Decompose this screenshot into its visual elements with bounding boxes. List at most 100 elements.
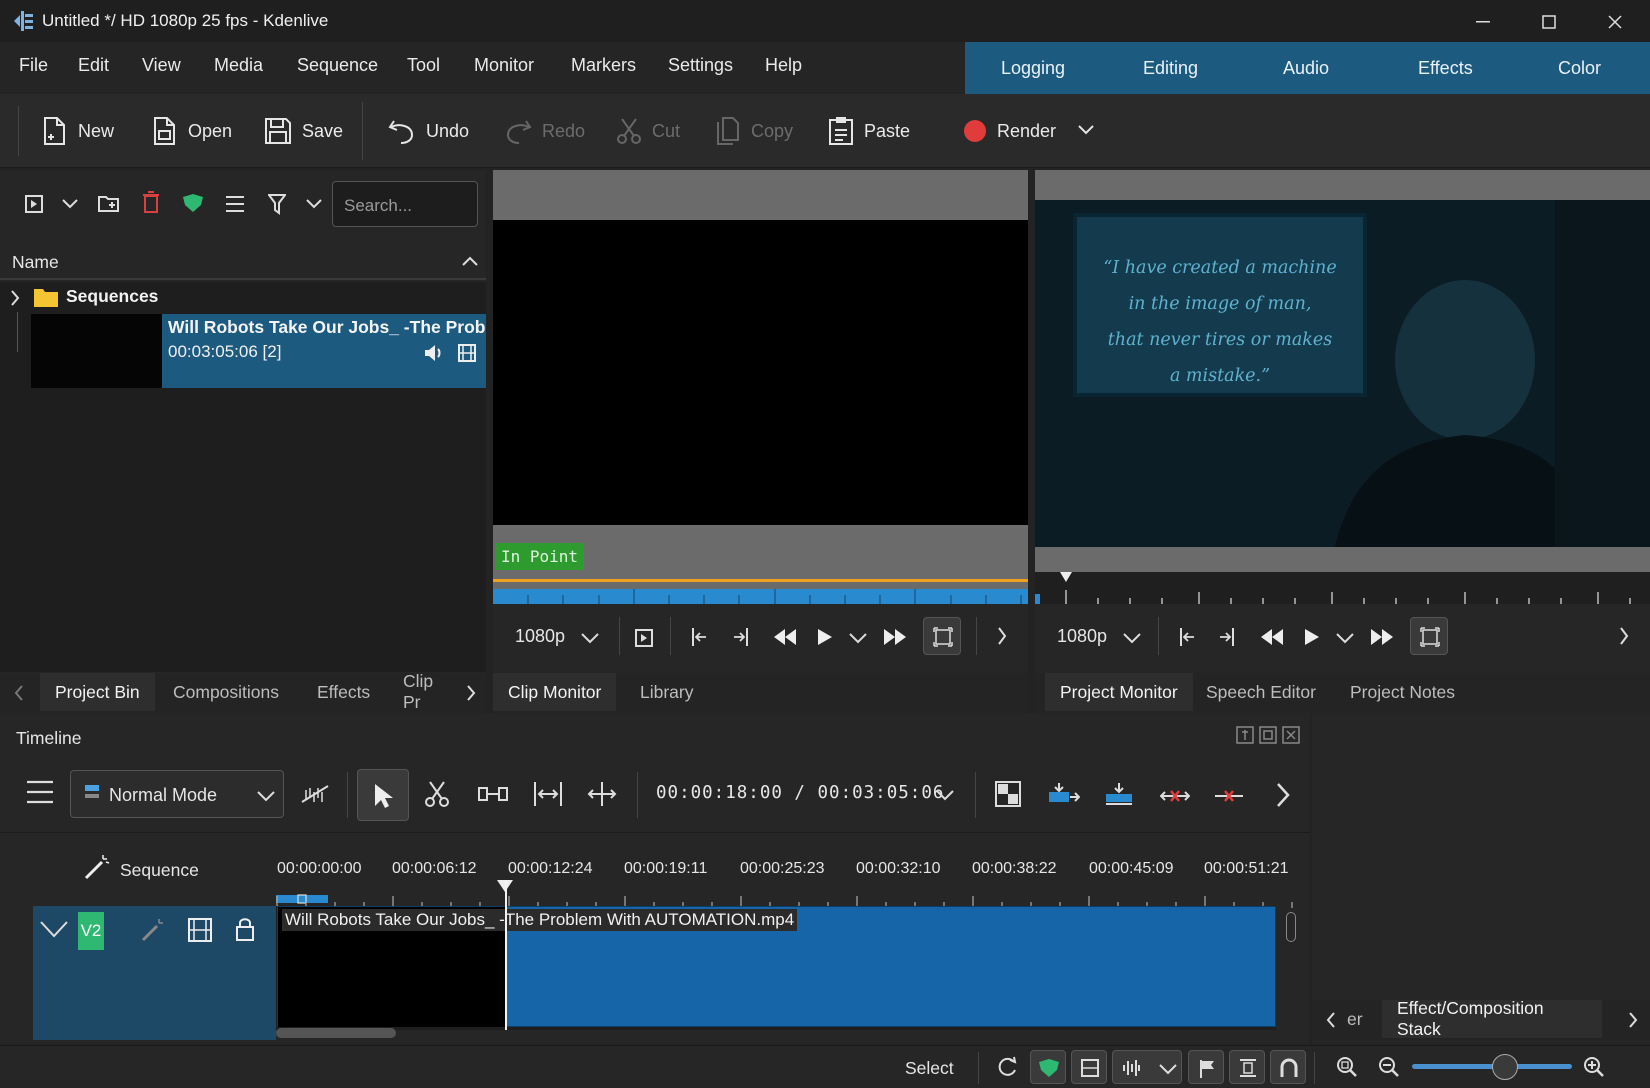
razor-cut-tool-icon[interactable] [425,780,449,808]
extract-zone-icon[interactable] [1160,788,1190,804]
name-column-label[interactable]: Name [12,252,59,273]
copy-button[interactable]: Copy [715,114,793,148]
track-lock-icon[interactable] [235,916,255,942]
play-icon[interactable] [1304,628,1320,646]
insert-clip-icon[interactable] [1048,782,1080,806]
add-clip-icon[interactable] [25,195,43,213]
menu-settings[interactable]: Settings [668,55,733,76]
menu-view[interactable]: View [142,55,181,76]
vertical-scrollbar-handle[interactable] [1286,912,1296,942]
zoom-fit-button[interactable] [923,617,961,655]
project-monitor-ruler[interactable] [1035,572,1650,604]
list-view-icon[interactable] [225,195,245,213]
clip-monitor-video[interactable] [493,220,1028,525]
menu-edit[interactable]: Edit [78,55,109,76]
overwrite-clip-icon[interactable] [1104,782,1134,806]
tabs-scroll-left-icon[interactable] [1326,1012,1336,1028]
audio-waveform-button[interactable] [1112,1050,1182,1084]
render-button[interactable]: Render [963,114,1056,148]
minimize-button[interactable] [1458,6,1508,38]
spacer-insert-icon[interactable] [478,784,508,804]
track-header-v2[interactable]: V2 [33,906,276,1040]
resolution-chevron-icon[interactable] [581,632,599,644]
tabs-scroll-right-icon[interactable] [466,685,476,701]
dock-close-icon[interactable] [1282,726,1300,744]
timeline-timecode[interactable]: 00:00:18:00 / 00:03:05:06 [656,783,944,803]
composite-mode-icon[interactable] [995,781,1021,807]
tabs-scroll-right-icon[interactable] [1628,1012,1638,1028]
tab-partial[interactable]: er [1342,1000,1368,1038]
new-button[interactable]: New [42,114,114,148]
redo-button[interactable]: Redo [504,114,585,148]
set-out-point-icon[interactable] [1218,627,1236,647]
close-window-button[interactable] [1590,6,1640,38]
tab-compositions[interactable]: Compositions [158,673,294,711]
sort-chevron-up-icon[interactable] [462,256,478,266]
workspace-audio[interactable]: Audio [1283,58,1329,79]
set-in-point-icon[interactable] [690,627,708,647]
tab-library[interactable]: Library [625,673,709,711]
play-icon[interactable] [817,628,833,646]
play-menu-chevron-icon[interactable] [1336,632,1354,644]
resolution-chevron-icon[interactable] [1123,632,1141,644]
workspace-logging[interactable]: Logging [1001,58,1065,79]
cut-button[interactable]: Cut [616,114,680,148]
set-out-point-icon[interactable] [732,627,750,647]
clip-switch-icon[interactable] [635,629,653,647]
zoom-fit-button[interactable] [1410,617,1448,655]
show-thumbnails-button[interactable] [1071,1050,1107,1084]
menu-tool[interactable]: Tool [407,55,440,76]
lift-zone-icon[interactable] [1214,788,1244,804]
workspace-color[interactable]: Color [1558,58,1601,79]
save-button[interactable]: Save [264,114,343,148]
timeline-more-chevron-icon[interactable] [1276,782,1290,808]
render-menu-chevron-icon[interactable] [1077,124,1095,136]
sequence-effects-wand-icon[interactable] [84,854,110,880]
zoom-out-icon[interactable] [1378,1056,1400,1078]
timeline-clip[interactable]: Will Robots Take Our Jobs_ -The Problem … [277,906,1276,1027]
tab-clip-monitor[interactable]: Clip Monitor [493,673,617,711]
clip-monitor-resolution[interactable]: 1080p [515,626,565,647]
timeline-ruler[interactable] [276,880,1308,908]
zoom-fit-magnifier-icon[interactable] [1336,1056,1358,1078]
paste-button[interactable]: Paste [828,114,910,148]
spacer-tool-icon[interactable] [300,782,330,806]
project-monitor-resolution[interactable]: 1080p [1057,626,1107,647]
workspace-effects[interactable]: Effects [1418,58,1473,79]
timecode-chevron-icon[interactable] [936,789,954,801]
rewind-icon[interactable] [773,628,797,646]
menu-monitor[interactable]: Monitor [474,55,534,76]
menu-markers[interactable]: Markers [571,55,636,76]
slip-tool-icon[interactable] [533,780,563,808]
tab-speech-editor[interactable]: Speech Editor [1191,673,1331,711]
track-effects-wand-icon[interactable] [141,918,165,942]
collapse-track-chevron-icon[interactable] [39,920,69,938]
timeline-menu-hamburger-icon[interactable] [26,780,54,804]
play-menu-chevron-icon[interactable] [849,632,867,644]
tab-effect-composition-stack[interactable]: Effect/Composition Stack [1382,998,1602,1039]
tab-effects[interactable]: Effects [302,673,385,711]
menu-help[interactable]: Help [765,55,802,76]
tab-project-bin[interactable]: Project Bin [40,673,155,711]
snap-button[interactable] [1270,1050,1306,1084]
filter-funnel-icon[interactable] [268,193,286,215]
fast-forward-icon[interactable] [883,628,907,646]
track-label-v2[interactable]: V2 [78,912,104,950]
add-clip-menu-chevron-icon[interactable] [62,199,78,209]
set-in-point-icon[interactable] [1178,627,1196,647]
folder-row-sequences[interactable]: Sequences [0,282,486,312]
workspace-editing[interactable]: Editing [1143,58,1198,79]
dock-pin-icon[interactable] [1236,726,1254,744]
zoom-in-icon[interactable] [1583,1056,1605,1078]
fit-zoom-button[interactable] [1229,1050,1265,1084]
fast-forward-icon[interactable] [1370,628,1394,646]
select-tool-button[interactable] [357,769,409,821]
filter-menu-chevron-icon[interactable] [306,199,322,209]
bin-search-input[interactable]: Search... [332,181,478,227]
delete-trash-icon[interactable] [142,191,160,213]
playhead-line[interactable] [505,880,507,1030]
tab-clip-properties[interactable]: Clip Pr [388,673,460,711]
clip-row-selected[interactable]: Will Robots Take Our Jobs_ -The Probl 00… [31,314,486,388]
dock-float-icon[interactable] [1259,726,1277,744]
rewind-icon[interactable] [1260,628,1284,646]
